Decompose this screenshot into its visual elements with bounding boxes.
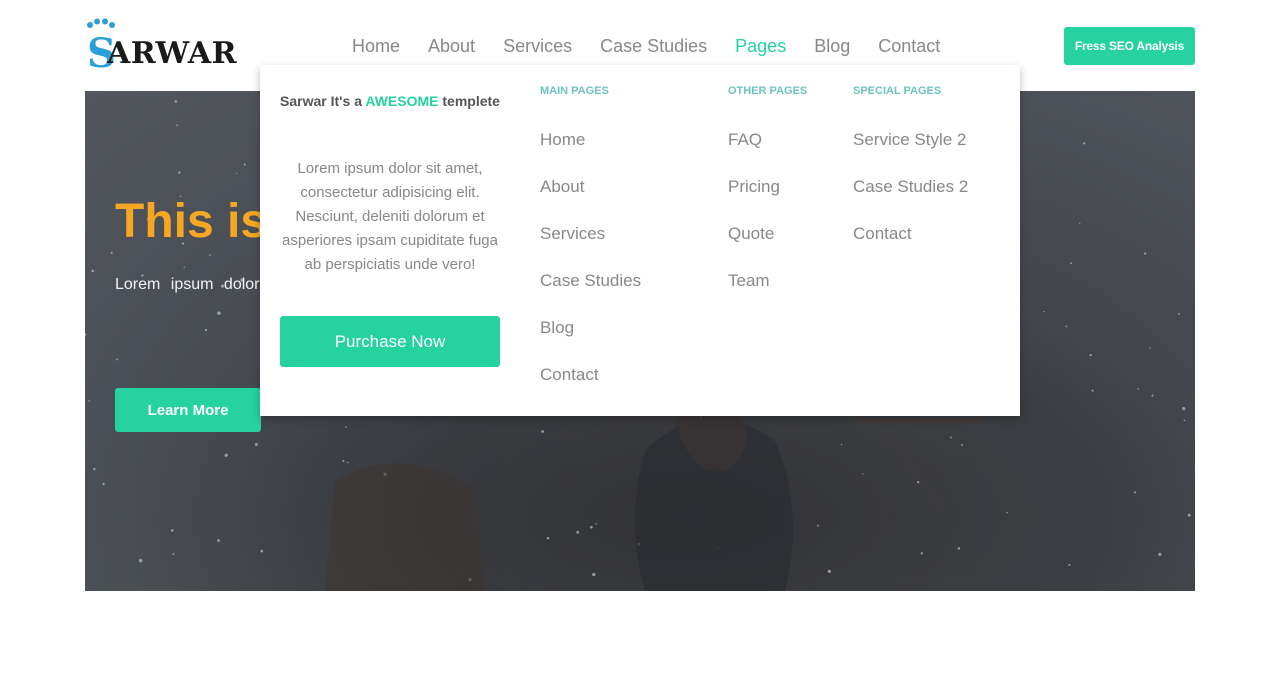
purchase-now-button[interactable]: Purchase Now	[280, 316, 500, 367]
menu-item-about[interactable]: About	[540, 177, 641, 224]
menu-item-case-studies[interactable]: Case Studies	[540, 271, 641, 318]
free-seo-analysis-button[interactable]: Fress SEO Analysis	[1064, 27, 1195, 65]
special-pages-heading: SPECIAL PAGES	[853, 85, 942, 97]
menu-item-quote[interactable]: Quote	[728, 224, 807, 271]
main-nav: Home About Services Case Studies Pages B…	[352, 36, 968, 58]
hero-title: This is	[115, 195, 268, 248]
menu-item-contact[interactable]: Contact	[540, 365, 641, 412]
promo-title: Sarwar It's a AWESOME templete	[280, 87, 500, 115]
menu-item-special-contact[interactable]: Contact	[853, 224, 968, 271]
promo-title-suffix: templete	[438, 93, 500, 109]
special-pages-column: SPECIAL PAGES Service Style 2 Case Studi…	[853, 85, 968, 271]
nav-services[interactable]: Services	[503, 36, 572, 58]
main-pages-column: MAIN PAGES Home About Services Case Stud…	[540, 85, 641, 412]
promo-title-prefix: Sarwar It's a	[280, 93, 366, 109]
logo-text: ARWAR	[107, 36, 238, 71]
menu-item-case-studies-2[interactable]: Case Studies 2	[853, 177, 968, 224]
menu-item-team[interactable]: Team	[728, 271, 807, 318]
nav-contact[interactable]: Contact	[878, 36, 940, 58]
main-pages-heading: MAIN PAGES	[540, 85, 609, 97]
menu-item-service-style-2[interactable]: Service Style 2	[853, 130, 968, 177]
nav-pages[interactable]: Pages	[735, 36, 786, 58]
menu-item-home[interactable]: Home	[540, 130, 641, 177]
menu-item-pricing[interactable]: Pricing	[728, 177, 807, 224]
other-pages-column: OTHER PAGES FAQ Pricing Quote Team	[728, 85, 807, 318]
menu-item-faq[interactable]: FAQ	[728, 130, 807, 177]
nav-blog[interactable]: Blog	[814, 36, 850, 58]
promo-text: Lorem ipsum dolor sit amet, consectetur …	[282, 160, 498, 273]
promo-title-highlight: AWESOME	[365, 93, 439, 109]
nav-home[interactable]: Home	[352, 36, 400, 58]
learn-more-button[interactable]: Learn More	[115, 388, 261, 432]
pages-mega-menu: Sarwar It's a AWESOME templete Lorem ips…	[260, 65, 1020, 416]
site-logo[interactable]: S ARWAR	[85, 18, 250, 71]
nav-about[interactable]: About	[428, 36, 475, 58]
other-pages-heading: OTHER PAGES	[728, 85, 808, 97]
menu-item-blog[interactable]: Blog	[540, 318, 641, 365]
nav-case-studies[interactable]: Case Studies	[600, 36, 707, 58]
menu-item-services[interactable]: Services	[540, 224, 641, 271]
